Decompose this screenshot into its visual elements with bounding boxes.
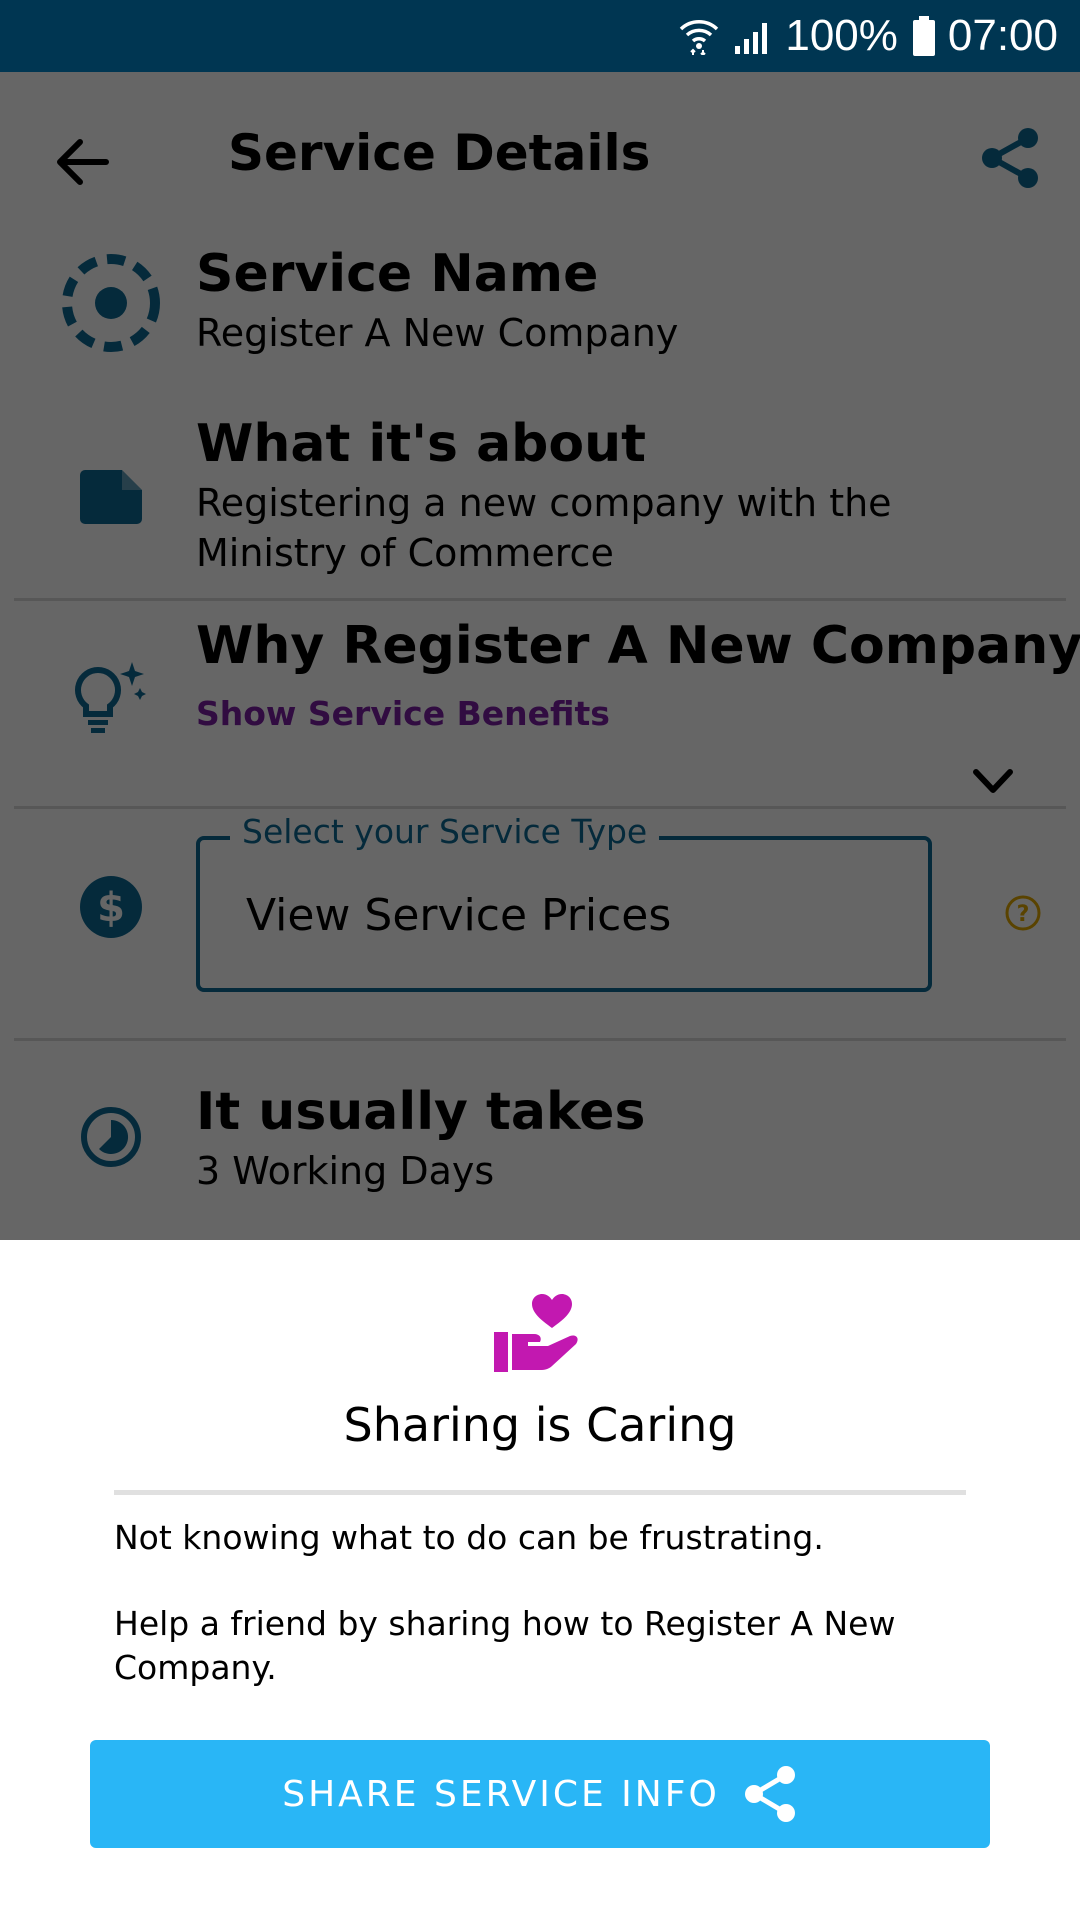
heart-hand-icon	[494, 1294, 582, 1374]
share-icon	[744, 1766, 795, 1822]
battery-percent: 100%	[785, 11, 898, 60]
service-name-value: Register A New Company	[196, 311, 679, 355]
wifi-icon	[679, 17, 719, 55]
sheet-body-line-1: Not knowing what to do can be frustratin…	[114, 1518, 824, 1557]
about-value: Registering a new company with the Minis…	[196, 481, 892, 575]
svg-text:$: $	[97, 885, 125, 931]
battery-icon	[912, 16, 936, 56]
help-icon[interactable]: ?	[1004, 894, 1042, 932]
service-type-label: Select your Service Type	[230, 812, 660, 851]
chevron-down-icon[interactable]	[966, 764, 1020, 800]
duration-value: 3 Working Days	[196, 1149, 495, 1193]
service-details-screen: Service Details Service Name Register A …	[0, 72, 1080, 1240]
document-icon	[80, 470, 142, 528]
service-type-value: View Service Prices	[246, 890, 672, 941]
share-button-label: SHARE SERVICE INFO	[282, 1773, 720, 1815]
back-arrow-icon[interactable]	[46, 126, 118, 198]
lightbulb-icon	[74, 662, 148, 738]
status-bar: 100% 07:00	[0, 0, 1080, 72]
about-heading: What it's about	[196, 414, 646, 474]
divider	[14, 806, 1066, 809]
show-benefits-link[interactable]: Show Service Benefits	[196, 694, 610, 733]
service-type-select[interactable]: Select your Service Type View Service Pr…	[196, 812, 932, 992]
page-title: Service Details	[228, 124, 651, 182]
divider	[14, 598, 1066, 601]
app-bar: Service Details	[0, 72, 1080, 240]
clock-icon	[80, 1106, 142, 1172]
target-icon	[60, 252, 162, 358]
dollar-icon: $	[80, 876, 142, 942]
service-name-heading: Service Name	[196, 244, 599, 304]
sheet-body-line-2: Help a friend by sharing how to Register…	[114, 1604, 896, 1687]
duration-heading: It usually takes	[196, 1082, 646, 1142]
svg-text:?: ?	[1017, 902, 1030, 927]
signal-icon	[733, 18, 773, 54]
sheet-divider	[114, 1490, 966, 1495]
sheet-title: Sharing is Caring	[343, 1398, 737, 1452]
divider	[14, 1038, 1066, 1041]
share-bottom-sheet: Sharing is Caring Not knowing what to do…	[0, 1240, 1080, 1920]
why-heading: Why Register A New Company	[196, 616, 1080, 676]
share-icon[interactable]	[974, 122, 1046, 194]
share-service-info-button[interactable]: SHARE SERVICE INFO	[90, 1740, 990, 1848]
clock-time: 07:00	[947, 11, 1058, 60]
